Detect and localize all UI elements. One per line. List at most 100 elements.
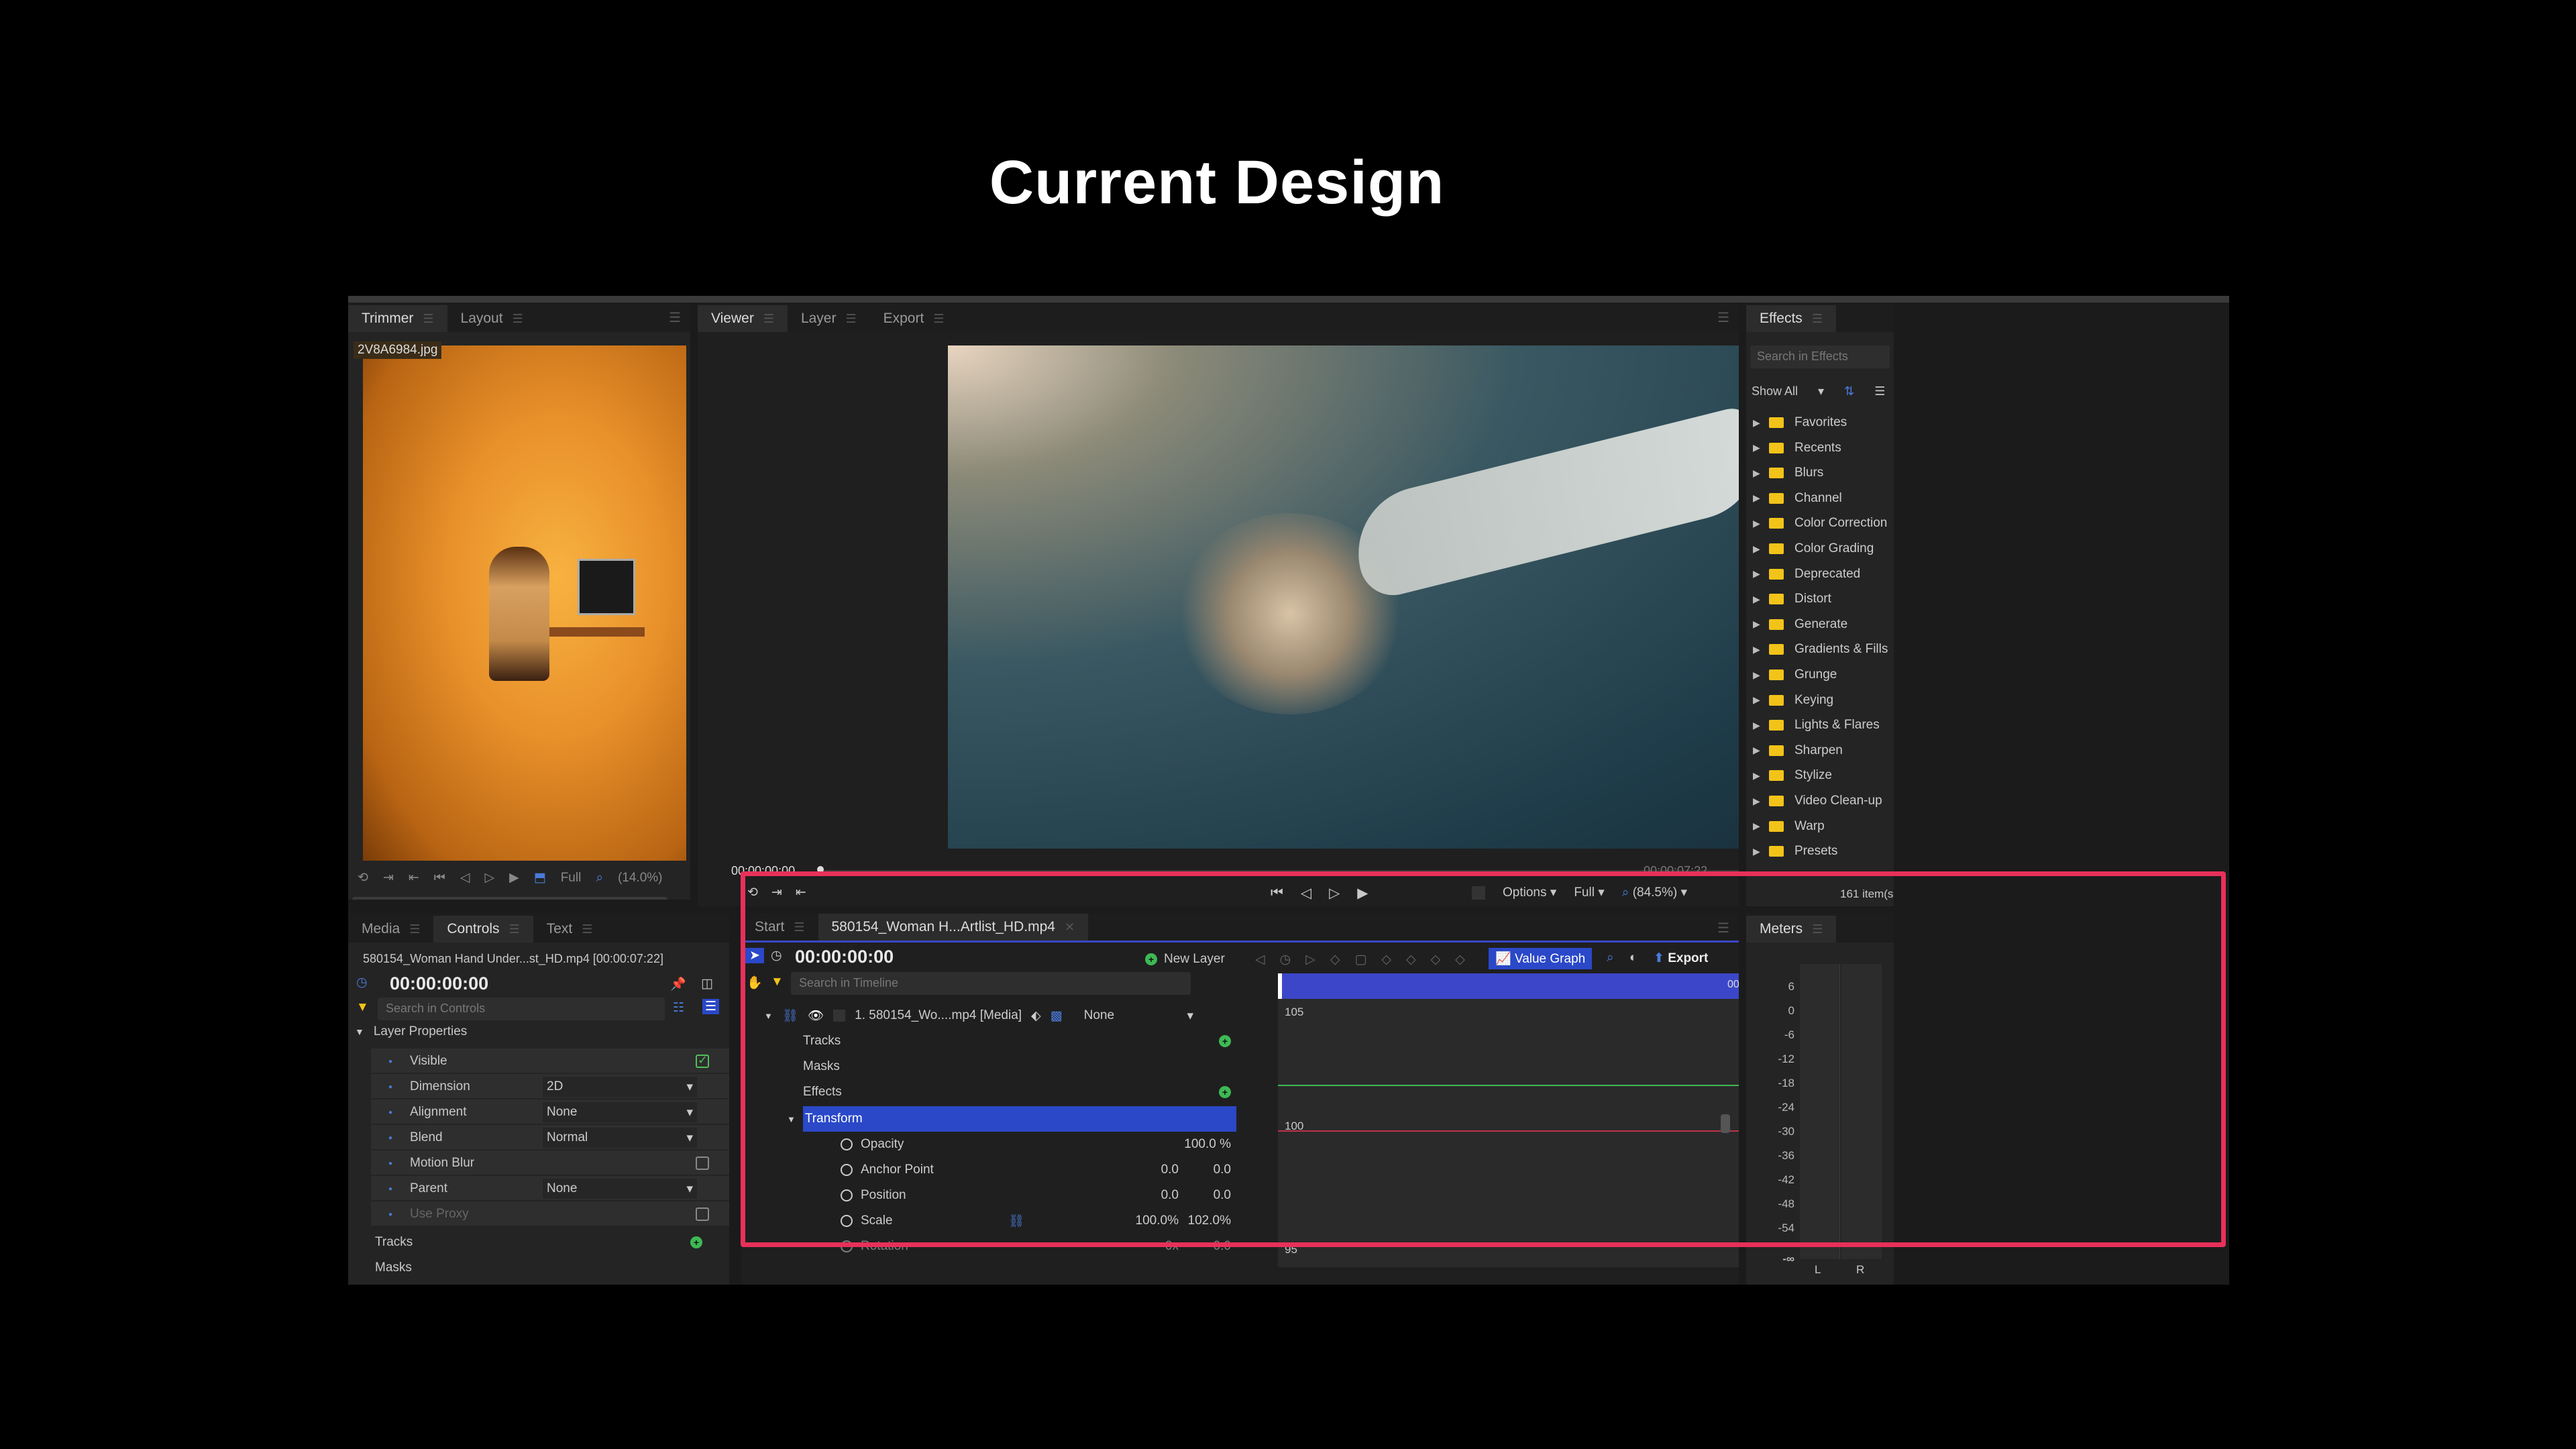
tab-effects[interactable]: Effects ☰ — [1746, 305, 1836, 332]
transform-header[interactable]: ▼ Transform — [787, 1106, 1236, 1132]
chevron-right-icon[interactable]: ▶ — [1753, 518, 1769, 529]
chevron-right-icon[interactable]: ▶ — [1753, 694, 1769, 706]
keyframe-toggle-icon[interactable] — [841, 1164, 853, 1176]
options-dropdown[interactable]: Options ▾ — [1503, 885, 1556, 900]
property-select[interactable]: Normal ▾ — [543, 1128, 697, 1148]
layer-blend[interactable]: None — [1084, 1008, 1114, 1023]
insert-icon[interactable]: ⬒ — [534, 870, 546, 885]
tab-trimmer[interactable]: Trimmer ☰ — [348, 305, 447, 332]
new-layer-button[interactable]: + New Layer — [1145, 952, 1225, 967]
tl-hand-icon[interactable]: ✋ — [747, 975, 763, 991]
loop-icon[interactable]: ⟲ — [358, 870, 368, 885]
property-row[interactable]: ● Parent None ▾ — [348, 1176, 729, 1201]
blend-icon[interactable]: ▩ — [1051, 1008, 1063, 1024]
tab-export[interactable]: Export ☰ — [870, 305, 958, 332]
scrubber-handle[interactable] — [817, 866, 824, 873]
effects-item[interactable]: ▶ Generate — [1746, 612, 1847, 637]
in-icon[interactable]: ⇥ — [383, 870, 394, 885]
property-select[interactable]: 2D ▾ — [543, 1077, 697, 1097]
effects-item[interactable]: ▶ Blurs — [1746, 460, 1823, 486]
timeline-row[interactable]: Effects + — [803, 1079, 1236, 1105]
pin-icon[interactable]: 📌 — [670, 976, 686, 992]
timeline-row[interactable]: Masks — [803, 1054, 1236, 1079]
value-2[interactable]: 0.0 — [1214, 1163, 1231, 1177]
layer-properties-header[interactable]: ▼ Layer Properties — [355, 1024, 467, 1039]
skip-back-icon[interactable]: ⏮ — [434, 871, 445, 885]
value-1[interactable]: 0x — [1165, 1239, 1179, 1254]
add-icon[interactable]: + — [1219, 1035, 1231, 1047]
viewer-canvas[interactable] — [948, 345, 1739, 849]
graph-area[interactable]: 105 100 95 — [1278, 999, 1739, 1267]
property-row[interactable]: ● Visible — [348, 1049, 729, 1074]
magnifier-icon[interactable]: ⌕ — [1607, 951, 1614, 965]
effects-item[interactable]: ▶ Presets — [1746, 839, 1837, 864]
trimmer-zoom[interactable]: (14.0%) — [618, 871, 663, 885]
effects-item[interactable]: ▶ Deprecated — [1746, 561, 1860, 587]
loop-icon[interactable]: ⟲ — [747, 885, 758, 900]
effects-item[interactable]: ▶ Favorites — [1746, 410, 1847, 435]
panel-menu-icon[interactable]: ☰ — [1717, 309, 1729, 326]
chevron-right-icon[interactable]: ▶ — [1753, 669, 1769, 681]
filter-icon[interactable]: ▼ — [356, 1000, 369, 1015]
effects-item[interactable]: ▶ Channel — [1746, 486, 1842, 511]
play-icon[interactable]: ▶ — [1357, 885, 1368, 902]
chevron-right-icon[interactable]: ▶ — [1753, 720, 1769, 731]
chevron-right-icon[interactable]: ▶ — [1753, 417, 1769, 429]
quality-dropdown[interactable]: Full ▾ — [1574, 885, 1604, 900]
keyframe-toggle-icon[interactable] — [841, 1240, 853, 1252]
tracks-add-icon[interactable]: + — [690, 1235, 702, 1250]
tab-viewer[interactable]: Viewer ☰ — [698, 305, 788, 332]
chevron-right-icon[interactable]: ▶ — [1753, 442, 1769, 453]
effects-item[interactable]: ▶ Keying — [1746, 688, 1833, 713]
add-icon[interactable]: + — [1219, 1086, 1231, 1098]
step-back-icon[interactable]: ◁ — [1301, 885, 1311, 902]
step-fwd-icon[interactable]: ▷ — [485, 870, 495, 885]
value-2[interactable]: 100.0 % — [1184, 1137, 1231, 1152]
layer-row[interactable]: ▼ ⛓ 👁 1. 580154_Wo....mp4 [Media] ⬖ ▩ None… — [764, 1003, 1193, 1028]
effects-item[interactable]: ▶ Warp — [1746, 814, 1825, 839]
transform-property-row[interactable]: Anchor Point 0.0 0.0 — [841, 1157, 1236, 1183]
controls-search[interactable]: Search in Controls — [378, 998, 665, 1020]
step-fwd-icon[interactable]: ▷ — [1329, 885, 1340, 902]
property-select[interactable]: None ▾ — [543, 1102, 697, 1122]
property-checkbox[interactable] — [696, 1157, 709, 1170]
tab-layer[interactable]: Layer ☰ — [788, 305, 870, 332]
skip-back-icon[interactable]: ⏮ — [1271, 885, 1283, 902]
timeline-row[interactable]: Tracks + — [803, 1028, 1236, 1054]
property-row[interactable]: ● Alignment None ▾ — [348, 1099, 729, 1125]
panel-split-icon[interactable]: ◫ — [701, 976, 713, 991]
effects-filter[interactable]: Show All ▾ ⇅ ☰ — [1752, 384, 1885, 398]
transform-property-row[interactable]: Rotation 0x 0.0 — [841, 1234, 1236, 1259]
chevron-right-icon[interactable]: ▶ — [1753, 468, 1769, 479]
panel-menu-icon[interactable]: ☰ — [1717, 920, 1729, 936]
trimmer-scrollbar[interactable] — [352, 897, 667, 900]
tab-layout[interactable]: Layout ☰ — [447, 305, 537, 332]
keyframe-toggle-icon[interactable] — [841, 1215, 853, 1227]
effects-item[interactable]: ▶ Recents — [1746, 435, 1841, 461]
link-icon[interactable]: ⛓ — [1008, 1213, 1024, 1229]
value-1[interactable]: 0.0 — [1161, 1163, 1179, 1177]
zoom-dropdown[interactable]: ⌕ (84.5%) ▾ — [1622, 885, 1687, 900]
effects-item[interactable]: ▶ Gradients & Fills — [1746, 637, 1888, 662]
property-row[interactable]: ● Use Proxy — [348, 1201, 729, 1227]
graph-scrollbar[interactable] — [1721, 1114, 1730, 1133]
property-select[interactable]: None ▾ — [543, 1179, 697, 1199]
value-2[interactable]: 102.0% — [1188, 1214, 1231, 1228]
in-icon[interactable]: ⇥ — [771, 885, 782, 900]
chevron-right-icon[interactable]: ▶ — [1753, 745, 1769, 756]
motion-icon[interactable]: ◐ — [1629, 951, 1637, 965]
chevron-right-icon[interactable]: ▶ — [1753, 820, 1769, 832]
value-graph-button[interactable]: 📈 Value Graph — [1489, 948, 1593, 969]
transform-property-row[interactable]: Opacity 100.0 % — [841, 1132, 1236, 1157]
list-view-icon[interactable]: ☷ — [673, 1000, 684, 1016]
detail-view-icon[interactable]: ☰ — [702, 999, 720, 1014]
property-checkbox[interactable] — [696, 1053, 709, 1068]
tag-icon[interactable]: ⬖ — [1031, 1008, 1041, 1024]
chevron-right-icon[interactable]: ▶ — [1753, 568, 1769, 580]
effects-item[interactable]: ▶ Color Grading — [1746, 536, 1874, 561]
step-back-icon[interactable]: ◁ — [460, 870, 470, 885]
out-icon[interactable]: ⇤ — [796, 885, 806, 900]
tl-select-icon[interactable]: ➤ — [745, 948, 764, 963]
out-icon[interactable]: ⇤ — [409, 870, 419, 885]
effects-item[interactable]: ▶ Distort — [1746, 586, 1831, 612]
